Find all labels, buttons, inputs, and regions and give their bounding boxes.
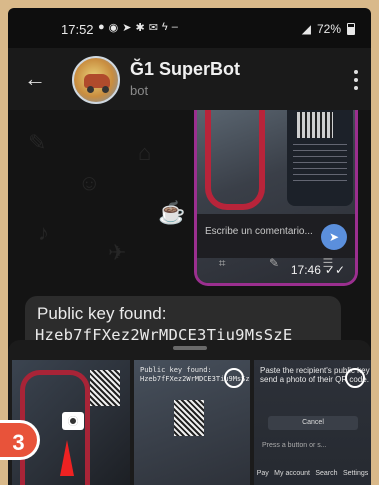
chat-icon: ● [98, 21, 105, 33]
bot-button: Settings [342, 469, 369, 477]
more-options-icon[interactable] [351, 68, 361, 92]
mail-icon: ✉ [148, 22, 158, 34]
input-hint: Press a button or s... [262, 442, 327, 449]
send-icon: ➤ [321, 224, 347, 250]
message-line: Public key found: [37, 304, 167, 323]
photo-content: Escribe un comentario... ➤ ⌗ ✎ ☰ [197, 110, 355, 283]
crop-icon: ⌗ [218, 256, 226, 270]
qr-code [297, 112, 333, 138]
doodle-icon: ✈ [108, 240, 127, 265]
more-dash: – [171, 21, 178, 33]
photo-compose-bar: Escribe un comentario... ➤ [197, 214, 355, 258]
doodle-icon: ✎ [28, 130, 47, 155]
step-badge: 3 [0, 420, 40, 460]
select-circle[interactable] [224, 368, 244, 388]
read-ticks-icon: ✓✓ [324, 263, 345, 277]
doodle-icon: ☺ [78, 170, 101, 195]
drag-handle[interactable] [173, 346, 207, 350]
status-bar: 17:52 ● ◉ ➤ ✱ ✉ ϟ – ◢ 72% [8, 8, 371, 48]
doodle-icon: ☕ [158, 200, 186, 225]
pencil-icon: ✎ [268, 256, 280, 270]
message-time: 17:46 ✓✓ [290, 263, 345, 277]
telegram-icon: ➤ [122, 22, 132, 34]
camera-icon [62, 412, 84, 430]
gallery-tile[interactable]: Paste the recipient's public key or send… [254, 360, 371, 485]
flash-icon: ϟ [161, 21, 168, 33]
doodle-icon: ⌂ [138, 140, 152, 165]
signal-icon: ◢ [301, 22, 311, 36]
battery-icon [347, 23, 355, 35]
bot-icon: ✱ [135, 22, 145, 34]
status-right: ◢ 72% [302, 22, 355, 36]
gallery-tile[interactable]: Public key found: Hzeb7fFXez2WrMDCE3Tiu9… [134, 360, 250, 485]
chat-title[interactable]: Ğ1 SuperBot [130, 59, 240, 80]
whatsapp-icon: ◉ [108, 22, 119, 34]
avatar[interactable] [72, 56, 120, 104]
bot-buttons: Pay My account Search Settings [254, 461, 371, 485]
bot-button: My account [274, 469, 310, 477]
cancel-label: Cancel [268, 416, 358, 430]
bot-button: Pay [256, 469, 269, 477]
photo-message[interactable]: Escribe un comentario... ➤ ⌗ ✎ ☰ 17:46 ✓… [194, 110, 358, 286]
compose-hint: Escribe un comentario... [205, 226, 313, 237]
select-circle[interactable] [345, 368, 365, 388]
qr-code [90, 370, 120, 406]
pointer-arrow-icon [60, 440, 74, 476]
bot-button: Search [315, 469, 338, 477]
battery-text: 72% [316, 22, 341, 36]
back-arrow-icon[interactable]: ← [24, 67, 48, 91]
chat-header: ← Ğ1 SuperBot bot [8, 48, 371, 110]
doodle-icon: ♪ [38, 220, 49, 245]
status-time: 17:52 [61, 22, 94, 37]
qr-code [174, 400, 204, 436]
chat-subtitle: bot [130, 83, 149, 98]
notification-icons: ● ◉ ➤ ✱ ✉ ϟ – [98, 21, 178, 34]
phone-screen: 17:52 ● ◉ ➤ ✱ ✉ ϟ – ◢ 72% ← Ğ1 SuperBot … [8, 8, 371, 485]
